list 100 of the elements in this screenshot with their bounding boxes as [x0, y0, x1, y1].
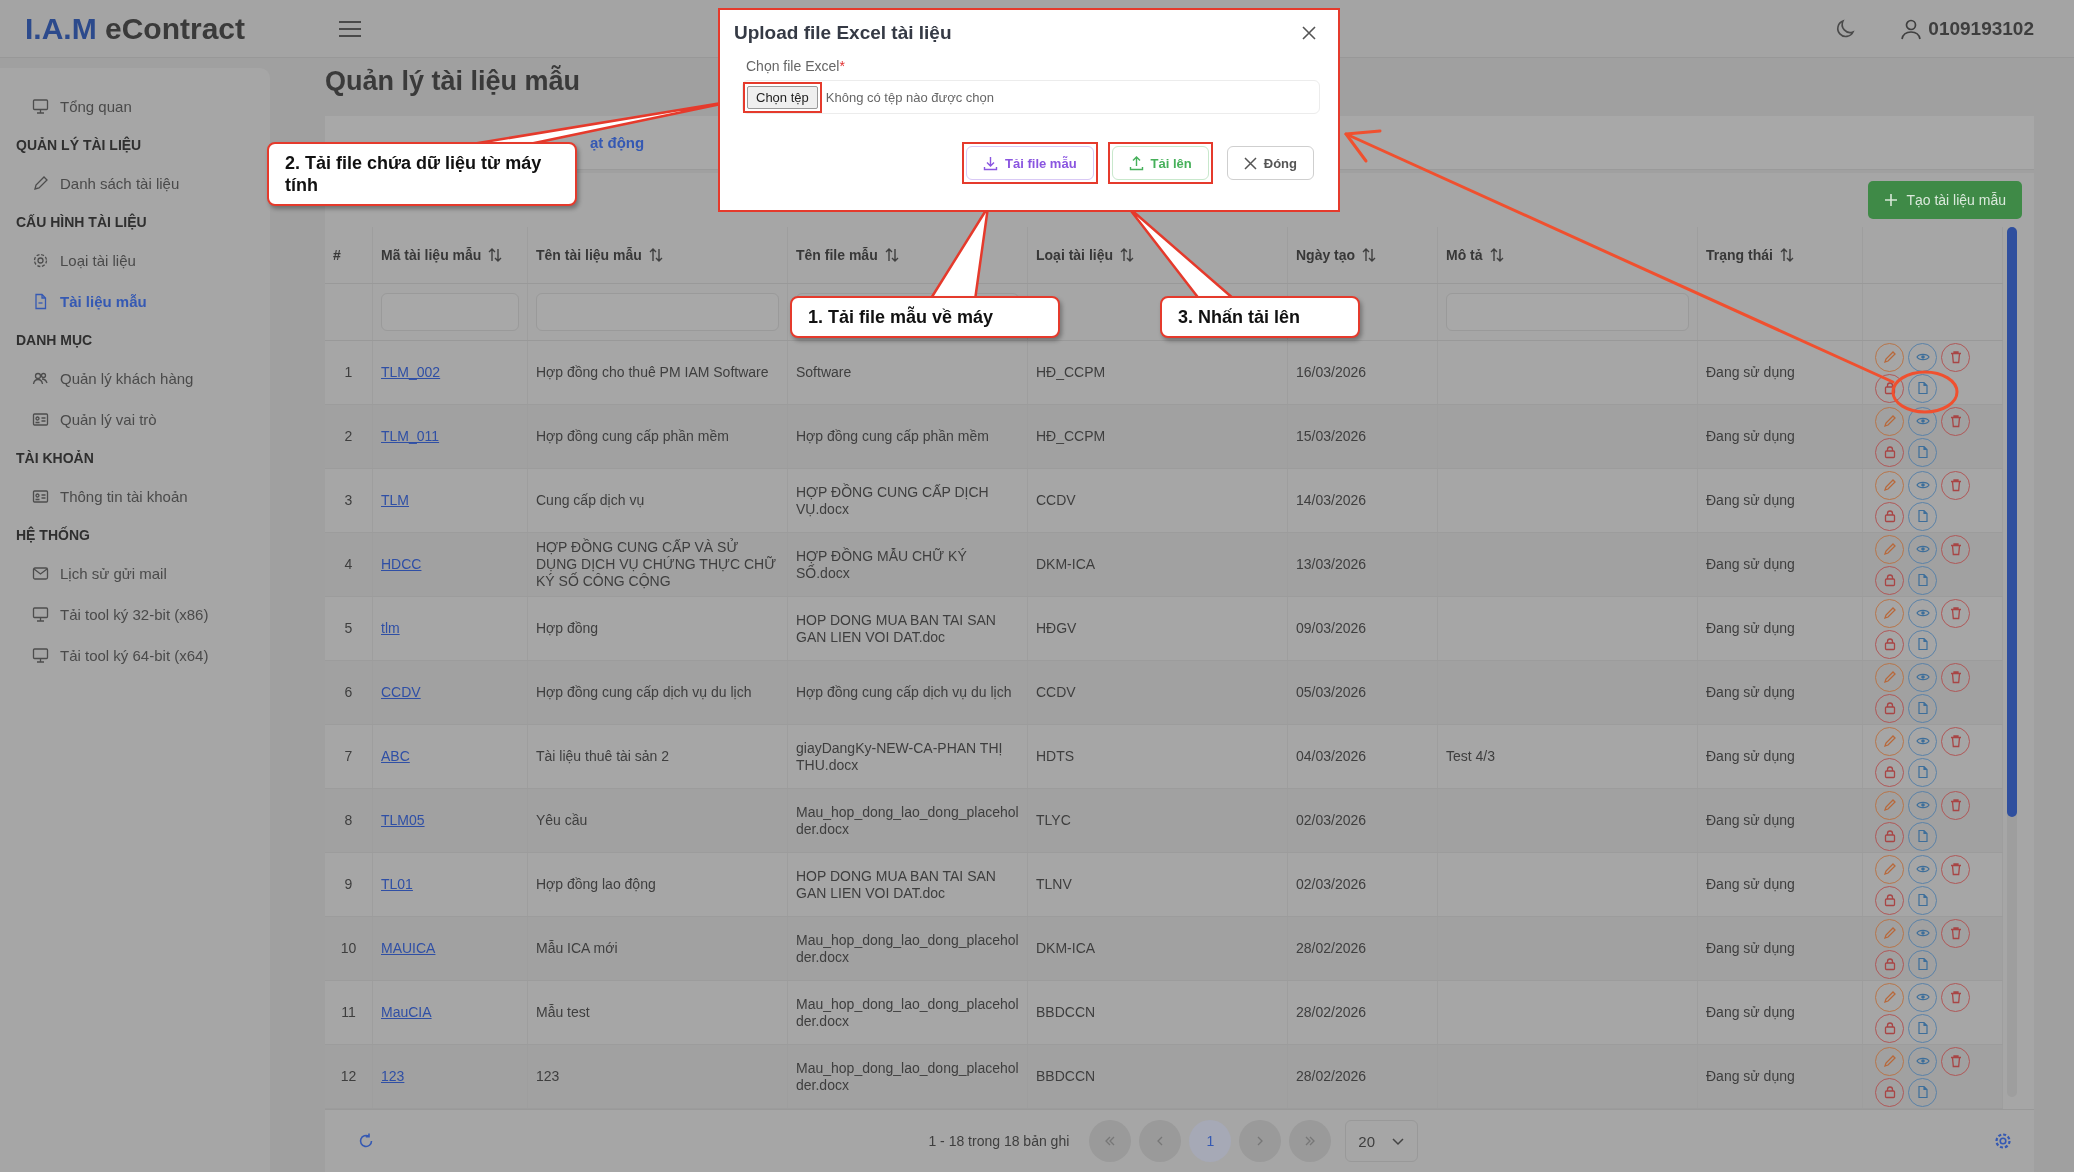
- sort-icon[interactable]: [883, 247, 900, 263]
- sidebar-section-title: CẤU HÌNH TÀI LIỆU: [15, 212, 148, 232]
- sidebar-item[interactable]: Thông tin tài khoản: [0, 476, 270, 517]
- next-page-button[interactable]: [1239, 1120, 1282, 1162]
- sidebar-section-title: HỆ THỐNG: [15, 525, 91, 545]
- pencil-icon: [32, 175, 49, 192]
- template-code-link[interactable]: TLM: [381, 492, 409, 509]
- template-code-link[interactable]: HDCC: [381, 556, 422, 573]
- download-button[interactable]: Tải file mẫu: [966, 146, 1094, 180]
- close-button[interactable]: Đóng: [1226, 146, 1314, 180]
- table-cell: 02/03/2026: [1296, 812, 1367, 829]
- table-cell-text: HỢP ĐỒNG MẪU CHỮ KÝ SỐ.docx: [796, 547, 968, 582]
- plus-icon: [1884, 193, 1899, 207]
- table-cell: 2: [344, 428, 353, 445]
- sort-icon[interactable]: [1488, 247, 1505, 263]
- user-name[interactable]: 0109193102: [1928, 17, 2034, 40]
- scrollbar-thumb[interactable]: [2007, 227, 2017, 817]
- template-code-link[interactable]: MAUICA: [381, 940, 436, 957]
- callout: 1. Tải file mẫu về máy: [790, 296, 1060, 338]
- table-cell: TLYC: [1036, 812, 1071, 829]
- sidebar-item[interactable]: Tài liệu mẫu: [0, 281, 270, 322]
- tab[interactable]: ạt động: [590, 134, 645, 151]
- table-cell: HĐ_CCPM: [1036, 428, 1106, 445]
- refresh-icon[interactable]: [357, 1132, 375, 1150]
- table-cell: CCDV: [1036, 684, 1076, 701]
- table-cell: Mẫu ICA mới: [536, 940, 618, 957]
- sort-icon[interactable]: [1778, 247, 1795, 263]
- table-cell: HĐGV: [1036, 620, 1077, 637]
- template-code-link[interactable]: MauCIA: [381, 1004, 432, 1021]
- first-page-button[interactable]: [1089, 1120, 1132, 1162]
- filter-field[interactable]: [1446, 293, 1689, 331]
- gear-icon: [32, 252, 49, 269]
- column-header: Mã tài liệu mẫu: [381, 247, 482, 263]
- sidebar-item[interactable]: Danh sách tài liệu: [0, 163, 270, 204]
- download-icon: [983, 155, 999, 171]
- template-code-link[interactable]: ABC: [381, 748, 410, 765]
- table-cell: Đang sử dụng: [1706, 684, 1795, 701]
- table-cell: Đang sử dụng: [1706, 812, 1795, 829]
- sidebar-item[interactable]: Tải tool ký 32-bit (x86): [0, 594, 270, 635]
- table-cell: 28/02/2026: [1296, 1068, 1367, 1085]
- table-cell: 7: [344, 748, 353, 765]
- table-cell: Hợp đồng cho thuê PM IAM Software: [536, 364, 769, 381]
- table-cell: Hợp đồng cung cấp phần mềm: [796, 428, 989, 445]
- record-range: 1 - 18 trong 18 bản ghi: [928, 1133, 1070, 1149]
- template-code-link[interactable]: 123: [381, 1068, 405, 1085]
- table-cell: Hợp đồng lao động: [536, 876, 656, 893]
- upload-button[interactable]: Tải lên: [1111, 146, 1209, 180]
- table-cell: Hợp đồng cung cấp dịch vụ du lịch: [536, 684, 752, 701]
- sort-icon[interactable]: [1361, 247, 1378, 263]
- template-code-link[interactable]: TLM_011: [381, 428, 440, 445]
- sidebar-item[interactable]: Lịch sử gửi mail: [0, 553, 270, 594]
- table-cell: 13/03/2026: [1296, 556, 1367, 573]
- table-cell-text: HỢP ĐỒNG CUNG CẤP VÀ SỬ DỤNG DỊCH VỤ CHỨNG THỰC CHỮ KÝ SỐ CÔNG CỘNG: [536, 539, 778, 590]
- table-cell: 12: [340, 1068, 357, 1085]
- table-cell: Đang sử dụng: [1706, 620, 1795, 637]
- table-cell: Đang sử dụng: [1706, 748, 1795, 765]
- template-code-link[interactable]: tlm: [381, 620, 400, 637]
- sidebar-item[interactable]: Loại tài liệu: [0, 240, 270, 281]
- logo: I.A.M eContract: [25, 11, 246, 45]
- close-icon: [1243, 156, 1257, 170]
- menu-icon[interactable]: [338, 19, 362, 38]
- idcard-icon: [32, 488, 49, 505]
- user-icon[interactable]: [1900, 17, 1923, 40]
- template-code-link[interactable]: CCDV: [381, 684, 421, 701]
- table-cell-text: giayDangKy-NEW-CA-PHAN THỊ THU.docx: [796, 739, 1004, 774]
- dialog-title: Upload file Excel tài liệu: [734, 22, 952, 44]
- highlight-ellipse: [1891, 370, 1959, 414]
- template-code-link[interactable]: TL01: [381, 876, 413, 893]
- table-cell: Yêu cầu: [536, 812, 588, 829]
- table-cell: 09/03/2026: [1296, 620, 1367, 637]
- table-cell: Đang sử dụng: [1706, 876, 1795, 893]
- settings-icon[interactable]: [1994, 1132, 2012, 1150]
- sidebar-item[interactable]: Quản lý vai trò: [0, 399, 270, 440]
- sidebar-item[interactable]: Tổng quan: [0, 86, 270, 127]
- close-icon[interactable]: [1302, 26, 1316, 40]
- table-cell: Mau_hop_dong_lao_dong_placeholder.docx: [796, 1059, 1019, 1094]
- sidebar-section-title: DANH MỤC: [15, 331, 94, 350]
- sort-icon[interactable]: [487, 247, 504, 263]
- previous-page-button[interactable]: [1139, 1120, 1182, 1162]
- sidebar-section-title: QUẢN LÝ TÀI LIỆU: [15, 135, 143, 155]
- create-button[interactable]: Tạo tài liệu mẫu: [1868, 181, 2022, 219]
- template-code-link[interactable]: TLM_002: [381, 364, 441, 381]
- table-cell: Software: [796, 364, 852, 381]
- monitor-icon: [32, 647, 49, 664]
- column-header: Tên tài liệu mẫu: [536, 247, 642, 263]
- table-cell: 4: [344, 556, 353, 573]
- choose-file-button[interactable]: Chọn tệp: [747, 85, 818, 109]
- table-cell: 16/03/2026: [1296, 364, 1367, 381]
- sidebar-item[interactable]: Quản lý khách hàng: [0, 358, 270, 399]
- page-size-select[interactable]: 20: [1345, 1120, 1418, 1162]
- last-page-button[interactable]: [1289, 1120, 1332, 1162]
- page-button[interactable]: 1: [1189, 1120, 1232, 1162]
- file-input-field[interactable]: Chọn tệp Không có tệp nào được chọn: [742, 80, 1320, 114]
- sidebar-item[interactable]: Tải tool ký 64-bit (x64): [0, 635, 270, 676]
- callout: 3. Nhấn tải lên: [1160, 296, 1360, 338]
- sort-icon[interactable]: [1119, 247, 1135, 263]
- table-cell-text: HOP DONG MUA BAN TAI SAN GAN LIEN VOI DAT.doc: [796, 867, 997, 902]
- sort-icon[interactable]: [647, 247, 664, 263]
- template-code-link[interactable]: TLM05: [381, 812, 425, 829]
- column-header: Trạng thái: [1706, 247, 1773, 263]
